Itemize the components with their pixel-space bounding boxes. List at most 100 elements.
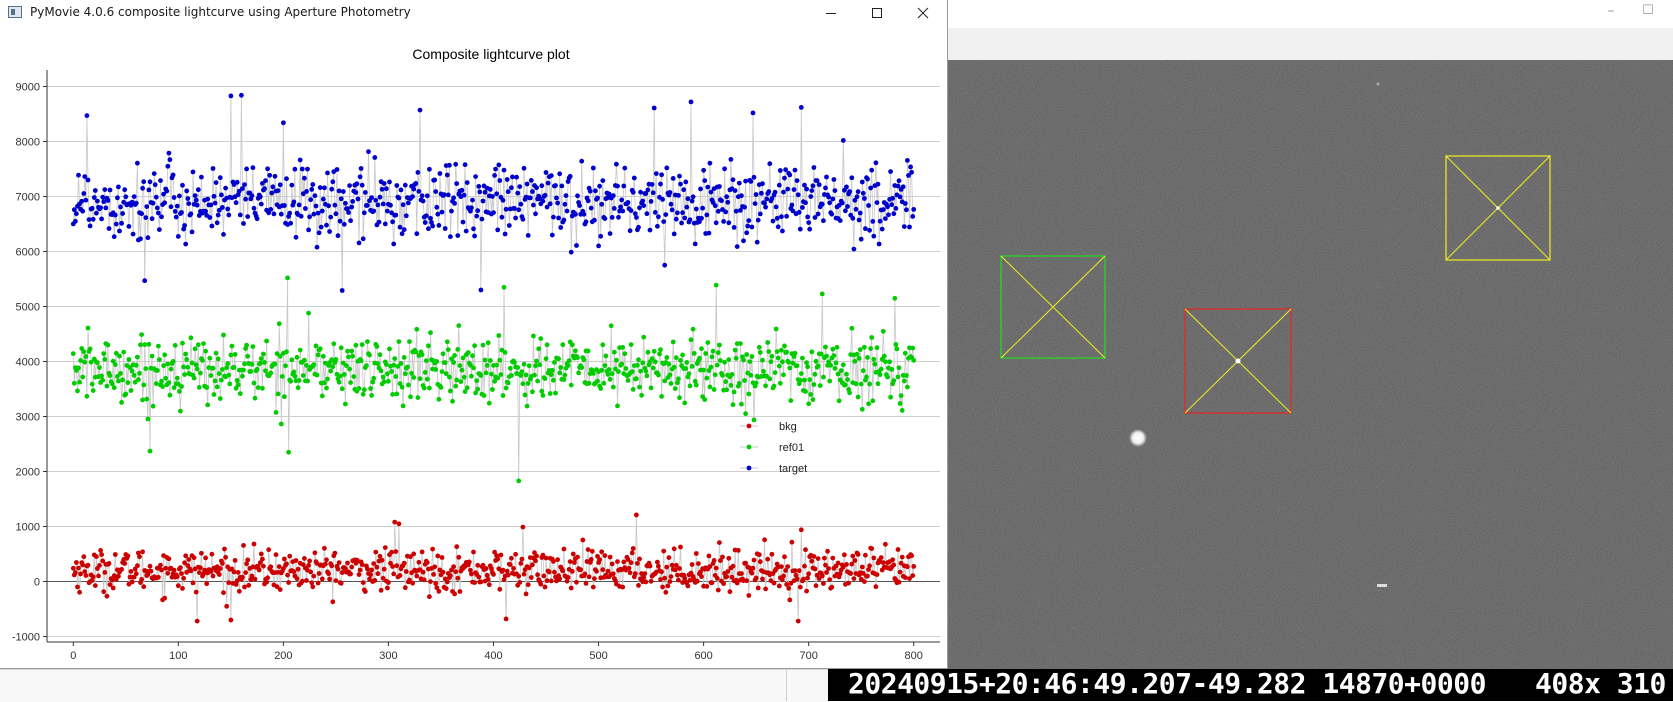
data-point-ref01 [150, 403, 156, 409]
data-point-bkg [667, 579, 673, 584]
data-point-ref01 [672, 386, 678, 391]
data-point-bkg [806, 571, 812, 577]
data-point-bkg [721, 581, 726, 586]
data-point-ref01 [331, 341, 337, 347]
data-point-ref01 [731, 389, 737, 395]
data-point-target [476, 184, 482, 189]
data-point-target [890, 195, 896, 201]
x-tick-label: 500 [589, 650, 607, 662]
maximize-button[interactable] [854, 0, 900, 26]
data-point-bkg [85, 562, 91, 568]
data-point-ref01 [458, 379, 464, 384]
data-point-target [819, 201, 825, 207]
data-point-ref01 [635, 362, 640, 368]
data-point-ref01 [891, 378, 897, 383]
data-point-target [669, 207, 675, 213]
data-point-ref01 [533, 363, 538, 369]
data-point-bkg [891, 562, 897, 568]
data-point-target [859, 179, 865, 185]
data-point-ref01 [774, 349, 780, 354]
data-point-ref01 [668, 381, 674, 386]
data-point-bkg [199, 550, 204, 556]
ref-star [1496, 206, 1500, 210]
data-point-bkg [204, 581, 210, 587]
data-point-ref01 [343, 401, 348, 407]
data-point-bkg [535, 572, 540, 578]
data-point-ref01 [530, 389, 535, 395]
data-point-bkg [427, 594, 432, 600]
data-point-ref01 [522, 392, 528, 398]
data-point-target [195, 187, 201, 193]
data-point-ref01 [428, 330, 433, 336]
bright-star [1129, 429, 1147, 447]
data-point-ref01 [136, 377, 141, 382]
data-point-ref01 [478, 373, 484, 378]
data-point-ref01 [854, 351, 860, 357]
data-point-ref01 [542, 376, 548, 381]
data-point-ref01 [426, 343, 431, 349]
data-point-target [539, 183, 545, 189]
minimize-button[interactable] [808, 0, 854, 26]
data-point-bkg [685, 583, 691, 589]
data-point-bkg [165, 570, 171, 576]
data-point-bkg [905, 564, 910, 570]
data-point-target [829, 211, 835, 217]
data-point-ref01 [811, 382, 817, 387]
data-point-ref01 [229, 343, 235, 349]
data-point-ref01 [459, 367, 465, 373]
data-point-ref01 [166, 380, 172, 386]
data-point-bkg [826, 566, 831, 571]
data-point-bkg [369, 567, 374, 573]
data-point-target [704, 212, 710, 218]
data-point-ref01 [857, 347, 863, 353]
data-point-target [84, 113, 90, 118]
data-point-ref01 [475, 386, 481, 392]
data-point-target [444, 172, 450, 178]
background-minimize-button[interactable]: – [1596, 0, 1626, 24]
data-point-target [785, 186, 791, 192]
data-point-target [239, 92, 244, 98]
data-point-target [719, 198, 724, 204]
data-point-target [533, 211, 538, 217]
data-point-target [89, 205, 95, 211]
data-point-ref01 [746, 391, 752, 397]
data-point-target [503, 206, 509, 212]
data-point-ref01 [531, 333, 536, 339]
data-point-bkg [241, 543, 246, 548]
data-point-target [811, 165, 817, 170]
data-point-target [411, 186, 417, 192]
data-point-target [661, 219, 667, 225]
data-point-bkg [455, 575, 461, 581]
data-point-ref01 [252, 395, 258, 401]
data-point-target [588, 205, 594, 211]
data-point-ref01 [812, 371, 818, 377]
data-point-ref01 [226, 372, 232, 378]
data-point-target [94, 210, 99, 216]
data-point-ref01 [797, 378, 803, 383]
data-point-target [750, 110, 756, 116]
data-point-target [495, 227, 501, 233]
data-point-target [581, 211, 587, 217]
data-point-ref01 [123, 391, 129, 397]
data-point-target [366, 149, 371, 155]
data-point-target [883, 216, 888, 222]
data-point-ref01 [889, 367, 895, 372]
data-point-ref01 [278, 421, 284, 427]
lightcurve-plot[interactable]: Composite lightcurve plot -1000010002000… [0, 26, 946, 668]
star-field-image[interactable] [948, 60, 1673, 670]
data-point-bkg [181, 575, 187, 581]
data-point-bkg [757, 559, 763, 565]
data-point-target [789, 202, 795, 208]
background-maximize-button[interactable]: ☐ [1633, 0, 1663, 24]
data-point-bkg [287, 553, 293, 559]
data-point-target [664, 165, 670, 171]
data-point-target [579, 158, 585, 164]
data-point-target [517, 184, 523, 190]
close-button[interactable] [900, 0, 946, 26]
data-point-ref01 [693, 382, 699, 388]
data-point-bkg [822, 555, 827, 561]
data-point-ref01 [374, 344, 380, 349]
data-point-target [577, 203, 582, 209]
data-point-ref01 [575, 355, 580, 361]
data-point-target [452, 201, 457, 206]
